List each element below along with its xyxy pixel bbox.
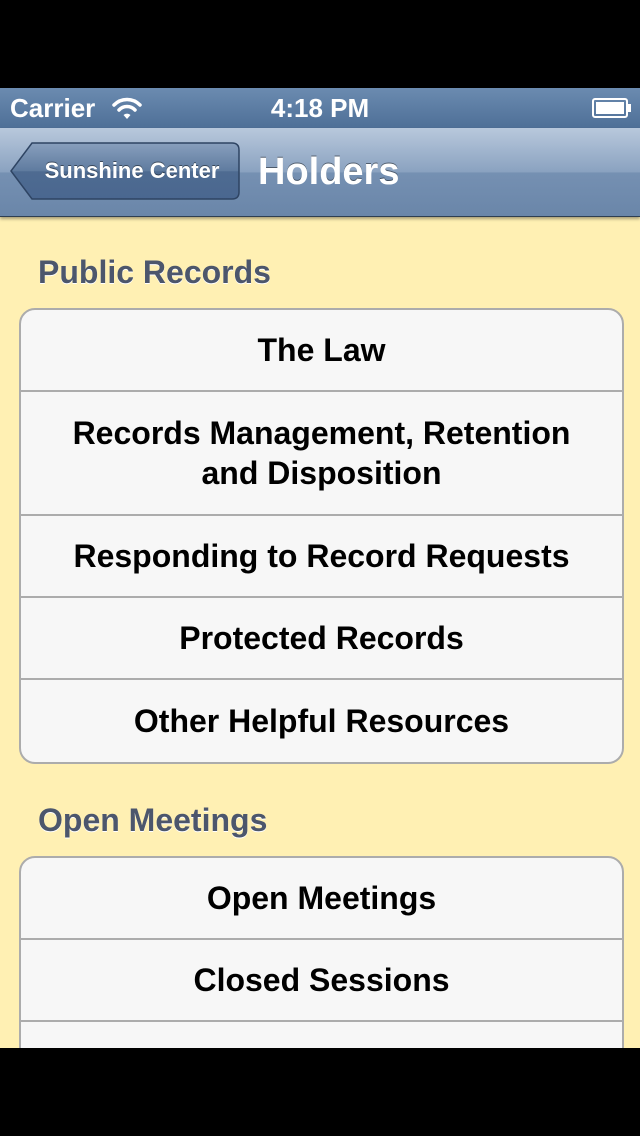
list-item[interactable]: The Law xyxy=(21,310,622,392)
page-title: Holders xyxy=(258,151,400,193)
list-item[interactable] xyxy=(21,1022,622,1048)
app-screen: Carrier 4:18 PM Sunshine Center Holders … xyxy=(0,88,640,1048)
public-records-group: The Law Records Management, Retention an… xyxy=(19,308,624,764)
battery-icon xyxy=(592,98,631,118)
section-header-open-meetings: Open Meetings xyxy=(38,802,268,838)
back-button[interactable]: Sunshine Center xyxy=(10,142,240,200)
list-item[interactable]: Records Management, Retention and Dispos… xyxy=(21,392,622,516)
section-header-public-records: Public Records xyxy=(38,254,271,290)
list-item[interactable]: Responding to Record Requests xyxy=(21,516,622,598)
back-button-label: Sunshine Center xyxy=(44,158,220,183)
list-item[interactable]: Closed Sessions xyxy=(21,940,622,1022)
navigation-bar: Sunshine Center Holders xyxy=(0,128,640,217)
list-item[interactable]: Protected Records xyxy=(21,598,622,680)
list-item[interactable]: Other Helpful Resources xyxy=(21,680,622,762)
open-meetings-group: Open Meetings Closed Sessions xyxy=(19,856,624,1048)
status-time: 4:18 PM xyxy=(270,93,370,123)
list-item[interactable]: Open Meetings xyxy=(21,858,622,940)
status-bar: Carrier 4:18 PM xyxy=(0,88,640,128)
